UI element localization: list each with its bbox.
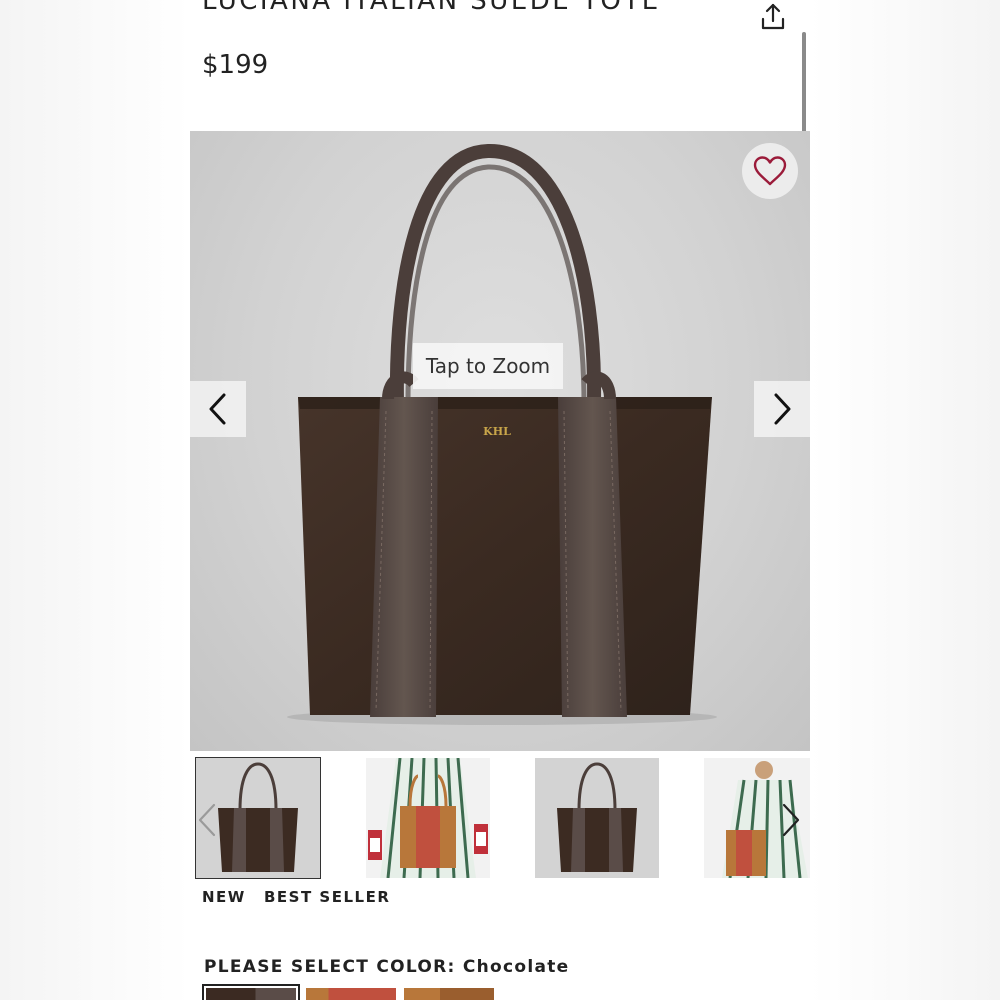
thumbnail-3[interactable] — [535, 758, 659, 878]
thumbnail-next-button[interactable] — [780, 802, 802, 842]
thumbnail-image — [535, 758, 659, 878]
color-swatch-tan[interactable] — [404, 988, 494, 1000]
product-price: $199 — [202, 50, 269, 80]
thumbnail-image — [366, 758, 490, 878]
product-title: LUCIANA ITALIAN SUEDE TOTE — [202, 0, 661, 16]
color-swatch-red[interactable] — [306, 988, 396, 1000]
color-select-label: PLEASE SELECT COLOR: Chocolate — [204, 957, 570, 977]
thumbnail-prev-button[interactable] — [196, 802, 218, 842]
color-swatch-chocolate[interactable] — [202, 984, 300, 1000]
monogram-text: KHL — [483, 425, 511, 438]
share-icon — [761, 3, 785, 30]
badge-best-seller: BEST SELLER — [264, 888, 391, 906]
thumbnail-strip — [190, 757, 810, 882]
chevron-right-icon — [782, 803, 800, 837]
tap-to-zoom-hint: Tap to Zoom — [413, 343, 563, 389]
chevron-left-icon — [198, 803, 216, 837]
share-button[interactable] — [756, 0, 790, 34]
image-next-button[interactable] — [754, 381, 810, 437]
badge-new: NEW — [202, 888, 246, 906]
image-prev-button[interactable] — [190, 381, 246, 437]
heart-icon — [753, 156, 787, 186]
favorite-button[interactable] — [742, 143, 798, 199]
chevron-right-icon — [774, 393, 791, 425]
thumbnail-2[interactable] — [366, 758, 490, 878]
product-page: LUCIANA ITALIAN SUEDE TOTE $199 KHL Tap … — [190, 0, 810, 1000]
product-main-image[interactable]: KHL Tap to Zoom — [190, 131, 810, 751]
tote-bag-image: KHL — [287, 143, 717, 725]
chevron-left-icon — [209, 393, 226, 425]
selected-color-name: Chocolate — [462, 957, 570, 977]
color-select-prompt: PLEASE SELECT COLOR: — [204, 957, 456, 977]
